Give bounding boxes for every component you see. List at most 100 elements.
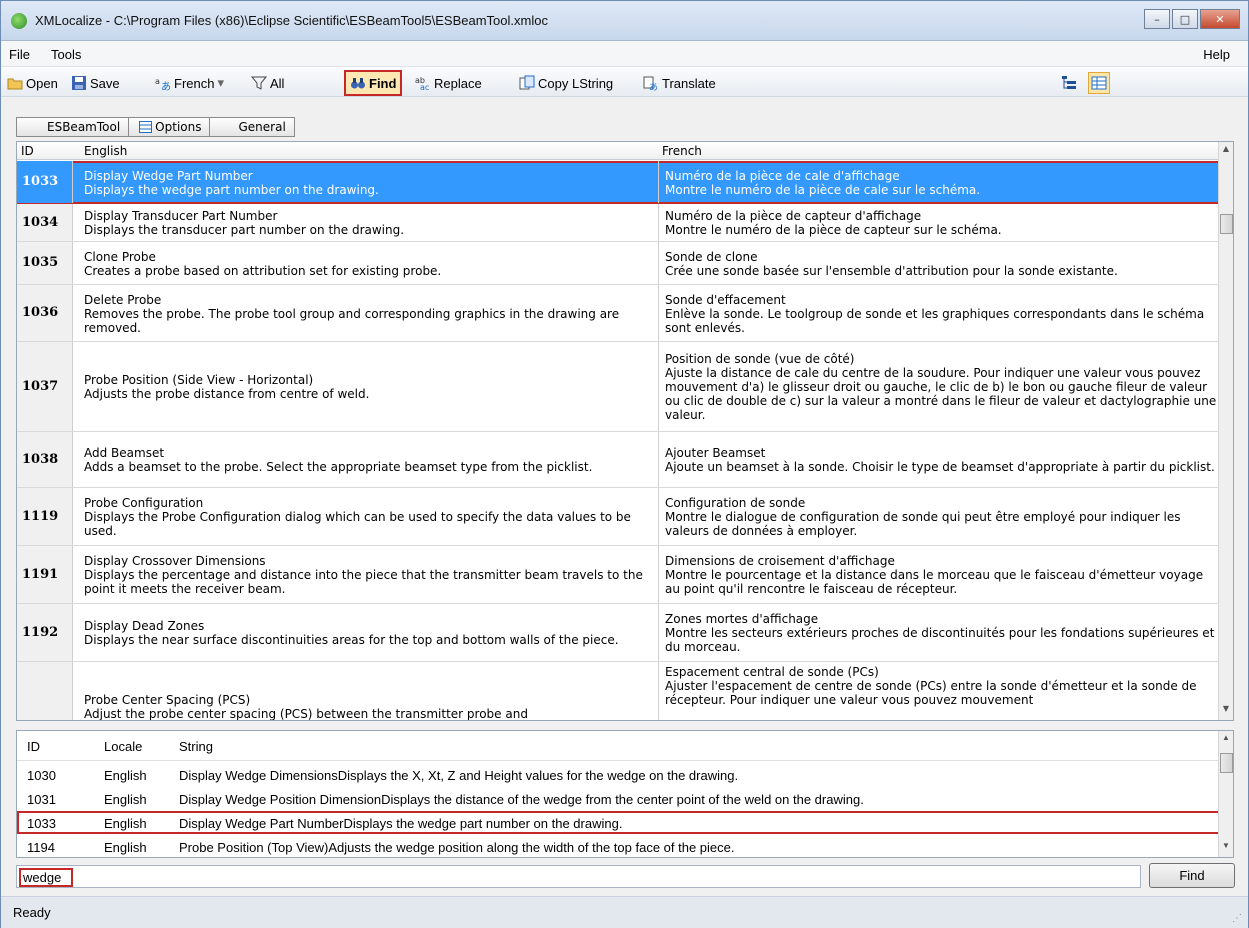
result-row[interactable]: 1030 English Display Wedge DimensionsDis… <box>17 763 1220 786</box>
translate-button[interactable]: あ Translate <box>643 72 716 94</box>
english-title: Probe Position (Side View - Horizontal) <box>84 373 314 387</box>
results-column-string[interactable]: String <box>179 739 213 754</box>
row-id: 1034 <box>17 204 73 241</box>
french-cell[interactable]: Position de sonde (vue de côté) Ajuste la… <box>659 342 1220 431</box>
breadcrumb-item-esbeamtool[interactable]: ESBeamTool <box>16 117 130 137</box>
french-cell[interactable]: Dimensions de croisement d'affichage Mont… <box>659 546 1220 603</box>
grid-row[interactable]: 1119 Probe Configuration Displays the Pro… <box>17 488 1220 546</box>
grid-row[interactable]: 1036 Delete Probe Removes the probe. The … <box>17 285 1220 342</box>
french-cell[interactable]: Numéro de la pièce de capteur d'affichag… <box>659 204 1220 241</box>
result-row[interactable]: 1033 English Display Wedge Part NumberDi… <box>17 811 1220 834</box>
scroll-up-icon[interactable]: ▲ <box>1219 733 1233 747</box>
french-description: Ajuste la distance de cale du centre de … <box>665 366 1217 422</box>
grid-row[interactable]: Probe Center Spacing (PCS) Adjust the pro… <box>17 662 1220 720</box>
french-cell[interactable]: Zones mortes d'affichage Montre les secte… <box>659 604 1220 661</box>
results-column-locale[interactable]: Locale <box>104 739 142 754</box>
english-cell[interactable]: Delete Probe Removes the probe. The probe… <box>73 285 659 341</box>
menu-help[interactable]: Help <box>1203 47 1230 62</box>
open-button[interactable]: Open <box>7 72 58 94</box>
english-description: Displays the Probe Configuration dialog … <box>84 510 631 538</box>
grid-row[interactable]: 1192 Display Dead Zones Displays the near… <box>17 604 1220 662</box>
scroll-down-icon[interactable]: ▼ <box>1219 841 1233 855</box>
english-title: Probe Configuration <box>84 496 204 510</box>
app-globe-icon <box>11 13 27 29</box>
grid-row[interactable]: 1191 Display Crossover Dimensions Display… <box>17 546 1220 604</box>
result-id: 1194 <box>27 840 55 855</box>
french-description: Montre les secteurs extérieurs proches d… <box>665 626 1215 654</box>
find-toolbar-button[interactable]: Find <box>344 70 403 96</box>
search-results-list: ID Locale String 1030 English Display We… <box>16 730 1234 858</box>
english-cell[interactable]: Display Wedge Part Number Displays the we… <box>73 161 659 203</box>
results-header: ID Locale String <box>17 731 1220 761</box>
binoculars-icon <box>351 78 365 89</box>
english-cell[interactable]: Display Transducer Part Number Displays t… <box>73 204 659 241</box>
find-label: Find <box>369 75 397 91</box>
grid-view-button[interactable] <box>1088 72 1110 94</box>
menu-tools[interactable]: Tools <box>51 47 81 62</box>
row-id: 1033 <box>17 161 73 203</box>
english-cell[interactable]: Display Crossover Dimensions Displays the… <box>73 546 659 603</box>
french-cell[interactable]: Configuration de sonde Montre le dialogue… <box>659 488 1220 545</box>
language-dropdown[interactable]: aあ French ▾ <box>155 72 224 94</box>
result-row[interactable]: 1031 English Display Wedge Position Dime… <box>17 787 1220 810</box>
result-id: 1031 <box>27 792 56 807</box>
english-cell[interactable]: Add Beamset Adds a beamset to the probe. … <box>73 432 659 487</box>
window-title: XMLocalize - C:\Program Files (x86)\Ecli… <box>35 13 548 28</box>
results-scroll-thumb[interactable] <box>1220 753 1233 773</box>
result-row[interactable]: 1194 English Probe Position (Top View)Ad… <box>17 835 1220 857</box>
french-cell[interactable]: Sonde d'effacement Enlève la sonde. Le to… <box>659 285 1220 341</box>
replace-button[interactable]: ab ac Replace <box>415 72 482 94</box>
french-description: Crée une sonde basée sur l'ensemble d'at… <box>665 263 1118 278</box>
row-id: 1192 <box>17 604 73 661</box>
french-title: Ajouter Beamset <box>665 446 766 460</box>
grid-scroll-thumb[interactable] <box>1220 214 1233 234</box>
minimize-button[interactable]: – <box>1144 9 1170 29</box>
french-cell[interactable]: Numéro de la pièce de cale d'affichage Mo… <box>659 161 1220 203</box>
copy-lstring-button[interactable]: Copy LString <box>519 72 613 94</box>
grid-row[interactable]: 1033 Display Wedge Part Number Displays t… <box>17 161 1220 204</box>
maximize-button[interactable]: □ <box>1172 9 1198 29</box>
close-button[interactable]: ✕ <box>1200 9 1240 29</box>
tree-view-button[interactable] <box>1061 72 1077 94</box>
french-cell[interactable]: Ajouter Beamset Ajoute un beamset à la so… <box>659 432 1220 487</box>
english-cell[interactable]: Probe Center Spacing (PCS) Adjust the pro… <box>73 662 659 720</box>
english-cell[interactable]: Display Dead Zones Displays the near surf… <box>73 604 659 661</box>
english-title: Display Dead Zones <box>84 619 205 633</box>
grid-row[interactable]: 1034 Display Transducer Part Number Displ… <box>17 204 1220 242</box>
results-column-id[interactable]: ID <box>27 739 40 754</box>
save-label: Save <box>90 75 120 91</box>
column-header-id[interactable]: ID <box>21 144 34 158</box>
grid-scrollbar[interactable]: ▲ ▼ <box>1218 142 1233 720</box>
breadcrumb-item-general[interactable]: General <box>209 117 295 137</box>
french-description: Montre le numéro de la pièce de cale sur… <box>665 182 981 197</box>
filter-icon <box>251 76 267 90</box>
scroll-up-icon[interactable]: ▲ <box>1219 144 1233 158</box>
search-bar <box>16 865 1141 888</box>
english-cell[interactable]: Probe Configuration Displays the Probe Co… <box>73 488 659 545</box>
menu-bar: File Tools Help <box>1 41 1248 67</box>
grid-row[interactable]: 1035 Clone Probe Creates a probe based on… <box>17 242 1220 285</box>
find-button[interactable]: Find <box>1149 863 1235 888</box>
french-title: Zones mortes d'affichage <box>665 612 819 626</box>
save-button[interactable]: Save <box>71 72 120 94</box>
grid-row[interactable]: 1037 Probe Position (Side View - Horizon… <box>17 342 1220 432</box>
breadcrumb-item-options[interactable]: Options <box>128 117 211 137</box>
french-description: Montre le dialogue de configuration de s… <box>665 510 1181 538</box>
resize-grip-icon[interactable]: ⋰ <box>1232 913 1242 924</box>
french-cell[interactable]: Espacement central de sonde (PCs) Ajuster… <box>659 662 1220 720</box>
title-bar[interactable]: XMLocalize - C:\Program Files (x86)\Ecli… <box>1 1 1248 41</box>
results-scrollbar[interactable]: ▲ ▼ <box>1218 731 1233 857</box>
grid-row[interactable]: 1038 Add Beamset Adds a beamset to the pr… <box>17 432 1220 488</box>
result-locale: English <box>104 816 147 831</box>
english-cell[interactable]: Probe Position (Side View - Horizontal) A… <box>73 342 659 431</box>
scroll-down-icon[interactable]: ▼ <box>1219 704 1233 718</box>
search-input[interactable] <box>19 868 73 887</box>
menu-file[interactable]: File <box>9 47 30 62</box>
floppy-disk-icon <box>72 76 86 90</box>
column-header-french[interactable]: French <box>662 144 702 158</box>
english-cell[interactable]: Clone Probe Creates a probe based on attr… <box>73 242 659 284</box>
column-header-english[interactable]: English <box>84 144 127 158</box>
filter-all-button[interactable]: All <box>251 72 284 94</box>
french-cell[interactable]: Sonde de clone Crée une sonde basée sur l… <box>659 242 1220 284</box>
options-grid-icon <box>139 121 153 133</box>
